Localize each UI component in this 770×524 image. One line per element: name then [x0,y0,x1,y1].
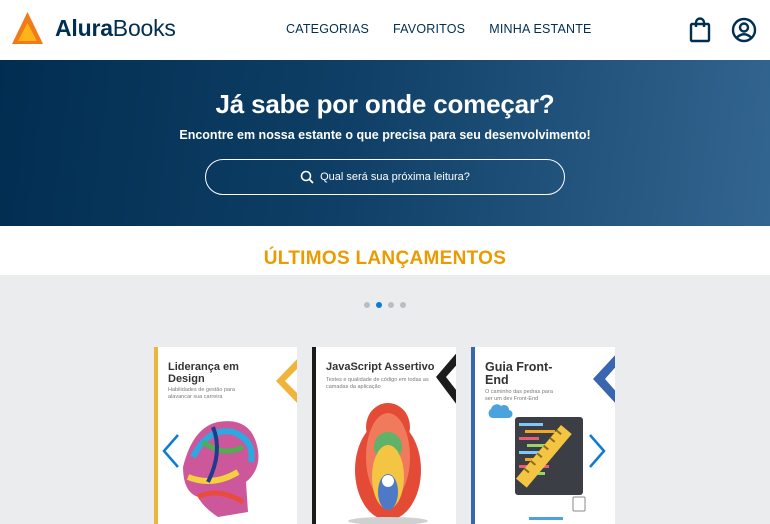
section-title: ÚLTIMOS LANÇAMENTOS [263,248,507,269]
carousel-dot-active[interactable] [376,302,382,308]
carousel-prev-arrow[interactable] [160,433,182,469]
nav-minha-estante[interactable]: MINHA ESTANTE [489,22,591,36]
hero-title: Já sabe por onde começar? [215,89,555,119]
carousel-dots [364,302,406,308]
logo-text: AluraBooks [55,14,176,41]
main-nav: CATEGORIAS FAVORITOS MINHA ESTANTE [286,22,592,36]
hero-subtitle: Encontre em nossa estante o que precisa … [179,128,591,142]
book-cover-art [348,353,456,524]
carousel-dot[interactable] [364,302,370,308]
book-card-javascript[interactable]: JavaScript Assertivo Testes e qualidade … [312,347,456,524]
latest-releases-heading: ÚLTIMOS LANÇAMENTOS [0,226,770,275]
bag-icon[interactable] [687,17,713,43]
logo-icon [12,12,43,44]
search-icon [300,170,314,184]
user-icon[interactable] [731,17,757,43]
hero-banner: Já sabe por onde começar? Encontre em no… [0,60,770,226]
nav-favoritos[interactable]: FAVORITOS [393,22,465,36]
search-input[interactable]: Qual será sua próxima leitura? [205,159,565,195]
alurabooks-logo[interactable]: AluraBooks [12,12,176,44]
carousel-dot[interactable] [388,302,394,308]
search-placeholder: Qual será sua próxima leitura? [320,171,470,183]
carousel-dot[interactable] [400,302,406,308]
carousel-next-arrow[interactable] [586,433,608,469]
nav-categorias[interactable]: CATEGORIAS [286,22,369,36]
top-header: AluraBooks CATEGORIAS FAVORITOS MINHA ES… [0,0,770,60]
book-carousel: Liderança em Design Habilidades de gestã… [0,275,770,524]
